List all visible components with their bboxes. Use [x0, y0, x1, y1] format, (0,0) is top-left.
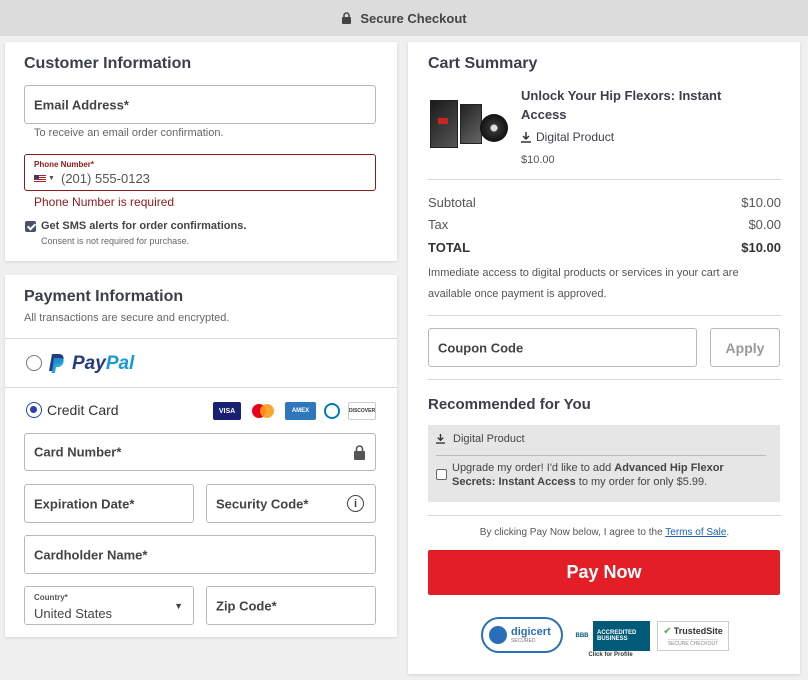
lock-icon — [342, 12, 352, 24]
digicert-badge[interactable]: digicert SECURED — [481, 617, 563, 653]
bbb-torch-icon: BBB — [571, 621, 593, 651]
paypal-text: PayPal — [72, 353, 135, 374]
payment-divider-2 — [5, 387, 397, 388]
chevron-down-icon[interactable]: ▼ — [48, 175, 55, 182]
digicert-text: digicert — [511, 626, 551, 638]
paypal-radio[interactable] — [26, 355, 42, 371]
trustedsite-badge[interactable]: ✔ TrustedSite SECURE CHECKOUT — [657, 621, 729, 651]
us-flag-icon[interactable] — [34, 175, 46, 183]
phone-input[interactable]: (201) 555-0123 — [61, 171, 150, 186]
credit-card-radio[interactable] — [26, 402, 42, 418]
expiration-date-field[interactable]: Expiration Date* — [24, 484, 194, 523]
visa-icon: VISA — [213, 402, 241, 420]
zip-code-field[interactable]: Zip Code* — [206, 586, 376, 625]
payment-subheading: All transactions are secure and encrypte… — [24, 312, 230, 324]
pay-now-button[interactable]: Pay Now — [428, 550, 780, 595]
security-code-label: Security Code* — [216, 496, 309, 511]
tax-row: Tax $0.00 — [428, 217, 781, 232]
security-code-field[interactable]: Security Code* i — [206, 484, 376, 523]
terms-of-sale-link[interactable]: Terms of Sale — [665, 527, 726, 538]
digicert-lock-icon — [489, 626, 507, 644]
cart-divider-1 — [428, 179, 781, 180]
sms-checkbox[interactable] — [25, 221, 36, 232]
phone-error: Phone Number is required — [34, 195, 175, 209]
chevron-down-icon: ▼ — [174, 601, 183, 611]
customer-info-heading: Customer Information — [24, 55, 192, 72]
card-number-field[interactable]: Card Number* — [24, 433, 376, 471]
cart-divider-2 — [428, 315, 781, 316]
product-type: Digital Product — [521, 130, 614, 144]
digicert-sub: SECURED — [511, 638, 536, 644]
amex-icon: AMEX — [285, 402, 316, 420]
tax-label: Tax — [428, 217, 449, 232]
upsell-checkbox[interactable] — [436, 469, 447, 480]
subtotal-row: Subtotal $10.00 — [428, 195, 781, 210]
credit-card-label[interactable]: Credit Card — [47, 402, 119, 418]
recommended-box: Digital Product Upgrade my order! I'd li… — [428, 425, 780, 502]
checkmark-icon: ✔ — [663, 625, 672, 637]
phone-field[interactable]: Phone Number* ▼ (201) 555-0123 — [24, 154, 376, 191]
email-label: Email Address* — [34, 97, 129, 112]
paypal-p-icon — [49, 354, 64, 373]
payment-divider-1 — [5, 338, 397, 339]
upsell-text: Upgrade my order! I'd like to add Advanc… — [452, 462, 724, 488]
trustedsite-text: ✔ TrustedSite — [663, 625, 723, 637]
download-icon — [521, 131, 531, 143]
paypal-logo[interactable]: PayPal — [48, 352, 134, 376]
zip-code-label: Zip Code* — [216, 598, 277, 613]
bbb-caption[interactable]: Click for Profile — [571, 652, 650, 658]
product-type-label: Digital Product — [536, 130, 615, 144]
country-select[interactable]: Country* United States ▼ — [24, 586, 194, 625]
payment-info-heading: Payment Information — [24, 288, 184, 305]
cardholder-name-label: Cardholder Name* — [34, 547, 148, 562]
email-field[interactable]: Email Address* — [24, 85, 376, 124]
mastercard-icon — [248, 402, 278, 420]
product-title: Unlock Your Hip Flexors: Instant Access — [521, 88, 722, 122]
subtotal-label: Subtotal — [428, 195, 476, 210]
tax-value: $0.00 — [748, 217, 781, 232]
total-label: TOTAL — [428, 240, 471, 255]
cardholder-name-field[interactable]: Cardholder Name* — [24, 535, 376, 574]
product-price: $10.00 — [521, 154, 555, 166]
cart-divider-3 — [428, 379, 781, 380]
product-image — [430, 98, 510, 150]
apply-button[interactable]: Apply — [710, 328, 780, 367]
card-number-label: Card Number* — [34, 444, 122, 460]
sms-label: Get SMS alerts for order confirmations. — [41, 220, 247, 232]
phone-label: Phone Number* — [34, 160, 95, 169]
email-hint: To receive an email order confirmation. — [34, 127, 224, 139]
access-note: Immediate access to digital products or … — [428, 267, 739, 300]
bbb-bottom: BUSINESS — [597, 636, 628, 642]
recommended-type: Digital Product — [436, 433, 525, 445]
secure-checkout-title: Secure Checkout — [360, 10, 467, 26]
coupon-code-label: Coupon Code — [438, 340, 524, 355]
subtotal-value: $10.00 — [741, 195, 781, 210]
coupon-code-field[interactable]: Coupon Code — [428, 328, 697, 367]
secure-checkout-bar: Secure Checkout — [0, 0, 808, 36]
cart-divider-4 — [428, 515, 781, 516]
diners-club-icon — [321, 402, 343, 420]
recommended-heading: Recommended for You — [428, 396, 591, 413]
lock-icon — [354, 445, 365, 460]
bbb-badge[interactable]: BBB ACCREDITED BUSINESS — [571, 621, 650, 651]
cart-summary-heading: Cart Summary — [428, 55, 538, 72]
country-label: Country* — [34, 593, 68, 602]
total-row: TOTAL $10.00 — [428, 240, 781, 255]
recommended-type-label: Digital Product — [453, 433, 525, 445]
recommended-divider — [436, 455, 766, 456]
sms-consent: Consent is not required for purchase. — [41, 236, 190, 246]
discover-icon: DISCOVER — [348, 402, 376, 420]
download-icon — [436, 434, 445, 444]
info-icon[interactable]: i — [347, 495, 364, 512]
trustedsite-sub: SECURE CHECKOUT — [667, 638, 719, 647]
expiration-date-label: Expiration Date* — [34, 496, 135, 511]
country-value: United States — [34, 606, 113, 621]
terms-text: By clicking Pay Now below, I agree to th… — [479, 527, 730, 538]
total-value: $10.00 — [741, 240, 781, 255]
